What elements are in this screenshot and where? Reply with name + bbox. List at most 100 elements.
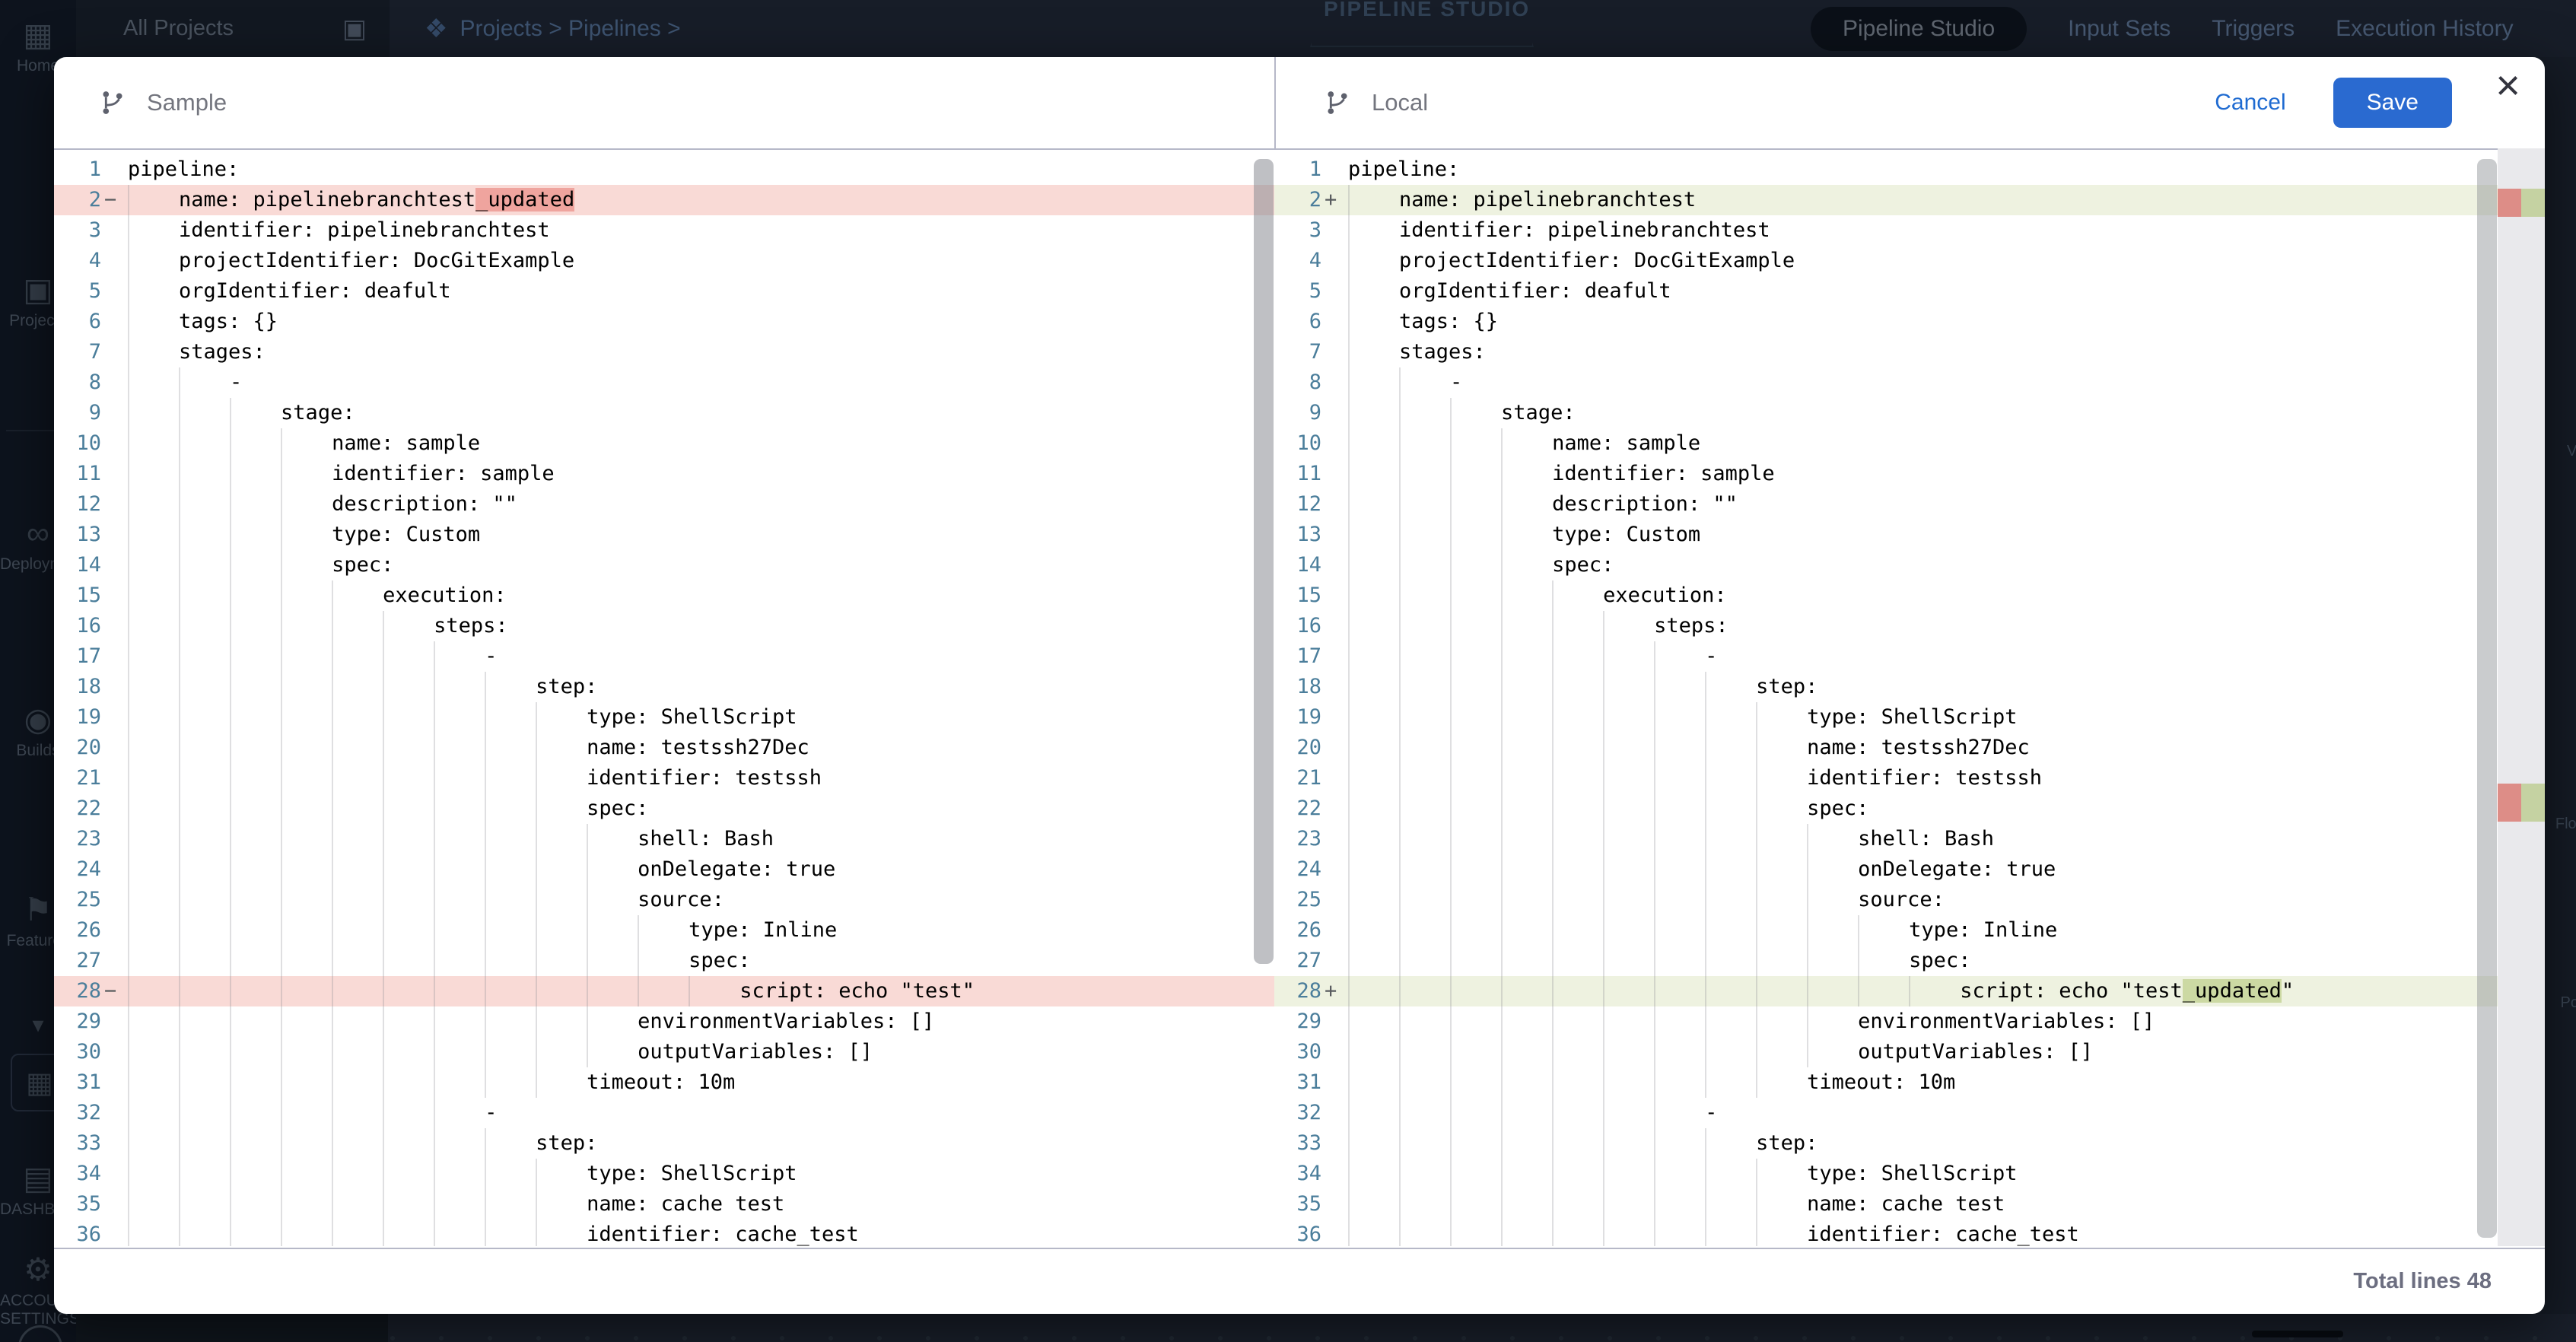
code-line[interactable]: 36identifier: cache_test xyxy=(1274,1220,2545,1246)
indent-guide xyxy=(1552,580,1603,611)
code-line[interactable]: 20name: testssh27Dec xyxy=(54,733,1274,763)
indent-guide xyxy=(1705,1037,1756,1067)
indent-guide xyxy=(383,1006,434,1037)
code-line[interactable]: 3identifier: pipelinebranchtest xyxy=(54,215,1274,246)
code-line[interactable]: 24onDelegate: true xyxy=(1274,854,2545,885)
line-number: 2 xyxy=(54,185,101,215)
code-line[interactable]: 27spec: xyxy=(54,946,1274,976)
code-line[interactable]: 13type: Custom xyxy=(54,520,1274,550)
code-line[interactable]: 13type: Custom xyxy=(1274,520,2545,550)
right-scrollbar-thumb[interactable] xyxy=(2477,159,2497,1238)
code-line[interactable]: 33step: xyxy=(54,1128,1274,1159)
code-line[interactable]: 2+name: pipelinebranchtest xyxy=(1274,185,2545,215)
code-line[interactable]: 33step: xyxy=(1274,1128,2545,1159)
code-line[interactable]: 28−script: echo "test" xyxy=(54,976,1274,1006)
code-line[interactable]: 7stages: xyxy=(1274,337,2545,367)
indent-guide xyxy=(485,946,536,976)
code-line[interactable]: 3identifier: pipelinebranchtest xyxy=(1274,215,2545,246)
code-segment: outputVariables: [] xyxy=(1858,1040,2093,1064)
code-line[interactable]: 9stage: xyxy=(1274,398,2545,428)
code-line[interactable]: 2−name: pipelinebranchtest_updated xyxy=(54,185,1274,215)
code-line[interactable]: 31timeout: 10m xyxy=(54,1067,1274,1098)
code-line[interactable]: 17- xyxy=(54,641,1274,672)
code-line[interactable]: 25source: xyxy=(54,885,1274,915)
diff-panel-right[interactable]: 1pipeline:2+name: pipelinebranchtest3ide… xyxy=(1274,148,2545,1246)
code-text: stage: xyxy=(1348,398,2545,428)
close-icon[interactable]: × xyxy=(2491,63,2525,107)
code-line[interactable]: 31timeout: 10m xyxy=(1274,1067,2545,1098)
code-line[interactable]: 27spec: xyxy=(1274,946,2545,976)
code-line[interactable]: 15execution: xyxy=(1274,580,2545,611)
code-line[interactable]: 34type: ShellScript xyxy=(54,1159,1274,1189)
code-line[interactable]: 26type: Inline xyxy=(54,915,1274,946)
code-line[interactable]: 4projectIdentifier: DocGitExample xyxy=(1274,246,2545,276)
code-line[interactable]: 28+script: echo "test_updated" xyxy=(1274,976,2545,1006)
cancel-button[interactable]: Cancel xyxy=(2210,89,2290,116)
code-line[interactable]: 24onDelegate: true xyxy=(54,854,1274,885)
code-line[interactable]: 32- xyxy=(54,1098,1274,1128)
overview-ruler[interactable] xyxy=(2498,148,2545,1246)
save-button[interactable]: Save xyxy=(2333,78,2452,128)
code-line[interactable]: 21identifier: testssh xyxy=(1274,763,2545,793)
code-line[interactable]: 5orgIdentifier: deafult xyxy=(54,276,1274,307)
line-number: 27 xyxy=(54,946,101,976)
code-line[interactable]: 1pipeline: xyxy=(1274,154,2545,185)
diff-panel-left[interactable]: 1pipeline:2−name: pipelinebranchtest_upd… xyxy=(54,148,1274,1246)
code-line[interactable]: 11identifier: sample xyxy=(54,459,1274,489)
code-line[interactable]: 22spec: xyxy=(1274,793,2545,824)
code-segment: stages: xyxy=(1399,340,1486,364)
code-line[interactable]: 18step: xyxy=(1274,672,2545,702)
code-line[interactable]: 9stage: xyxy=(54,398,1274,428)
code-line[interactable]: 29environmentVariables: [] xyxy=(54,1006,1274,1037)
code-line[interactable]: 6tags: {} xyxy=(54,307,1274,337)
code-line[interactable]: 19type: ShellScript xyxy=(1274,702,2545,733)
code-line[interactable]: 30outputVariables: [] xyxy=(1274,1037,2545,1067)
indent-guide xyxy=(1756,824,1807,854)
indent-guide xyxy=(179,1159,230,1189)
code-text: stages: xyxy=(128,337,1274,367)
code-segment: identifier: pipelinebranchtest xyxy=(1399,218,1770,242)
indent-guide xyxy=(1450,520,1501,550)
code-line[interactable]: 22spec: xyxy=(54,793,1274,824)
indent-guide xyxy=(1348,307,1399,337)
code-line[interactable]: 30outputVariables: [] xyxy=(54,1037,1274,1067)
code-line[interactable]: 5orgIdentifier: deafult xyxy=(1274,276,2545,307)
code-line[interactable]: 12description: "" xyxy=(54,489,1274,520)
code-line[interactable]: 34type: ShellScript xyxy=(1274,1159,2545,1189)
code-line[interactable]: 15execution: xyxy=(54,580,1274,611)
code-line[interactable]: 6tags: {} xyxy=(1274,307,2545,337)
code-segment: spec: xyxy=(587,797,648,820)
code-line[interactable]: 35name: cache test xyxy=(54,1189,1274,1220)
code-line[interactable]: 23shell: Bash xyxy=(1274,824,2545,854)
code-line[interactable]: 25source: xyxy=(1274,885,2545,915)
code-line[interactable]: 19type: ShellScript xyxy=(54,702,1274,733)
code-line[interactable]: 32- xyxy=(1274,1098,2545,1128)
code-line[interactable]: 36identifier: cache_test xyxy=(54,1220,1274,1246)
code-line[interactable]: 11identifier: sample xyxy=(1274,459,2545,489)
code-line[interactable]: 16steps: xyxy=(54,611,1274,641)
code-line[interactable]: 7stages: xyxy=(54,337,1274,367)
code-line[interactable]: 26type: Inline xyxy=(1274,915,2545,946)
code-line[interactable]: 14spec: xyxy=(1274,550,2545,580)
code-segment: name: testssh27Dec xyxy=(1807,736,2030,759)
code-line[interactable]: 35name: cache test xyxy=(1274,1189,2545,1220)
code-line[interactable]: 17- xyxy=(1274,641,2545,672)
code-line[interactable]: 8- xyxy=(1274,367,2545,398)
code-line[interactable]: 23shell: Bash xyxy=(54,824,1274,854)
left-scrollbar-thumb[interactable] xyxy=(1254,159,1274,964)
code-line[interactable]: 4projectIdentifier: DocGitExample xyxy=(54,246,1274,276)
code-line[interactable]: 14spec: xyxy=(54,550,1274,580)
code-line[interactable]: 12description: "" xyxy=(1274,489,2545,520)
code-line[interactable]: 20name: testssh27Dec xyxy=(1274,733,2545,763)
code-line[interactable]: 21identifier: testssh xyxy=(54,763,1274,793)
code-line[interactable]: 10name: sample xyxy=(54,428,1274,459)
code-line[interactable]: 10name: sample xyxy=(1274,428,2545,459)
code-line[interactable]: 16steps: xyxy=(1274,611,2545,641)
indent-guide xyxy=(179,550,230,580)
code-line[interactable]: 1pipeline: xyxy=(54,154,1274,185)
code-line[interactable]: 18step: xyxy=(54,672,1274,702)
code-line[interactable]: 29environmentVariables: [] xyxy=(1274,1006,2545,1037)
code-line[interactable]: 8- xyxy=(54,367,1274,398)
code-segment: step: xyxy=(536,1131,597,1155)
indent-guide xyxy=(1399,915,1450,946)
